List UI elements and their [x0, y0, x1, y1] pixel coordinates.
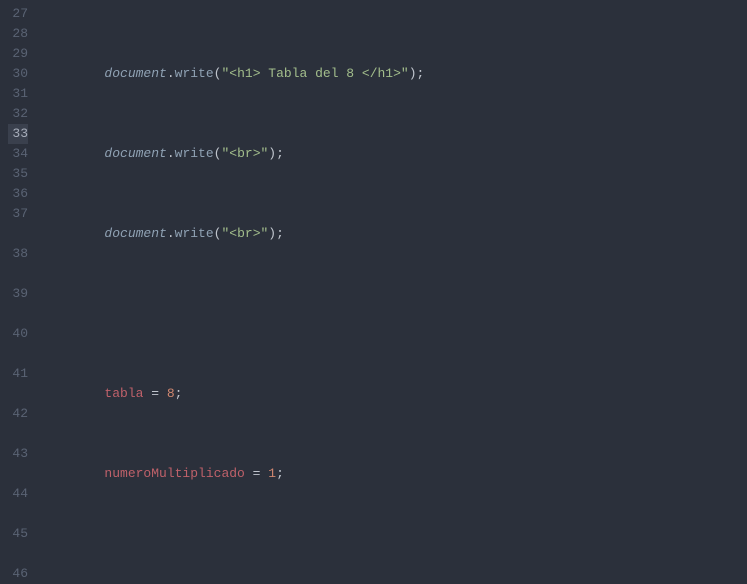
line-number: 44 [8, 484, 28, 504]
line-number [8, 424, 28, 444]
line-number [8, 224, 28, 244]
line-number: 37 [8, 204, 28, 224]
line-number: 32 [8, 104, 28, 124]
line-number [8, 304, 28, 324]
line-number: 34 [8, 144, 28, 164]
line-number [8, 344, 28, 364]
line-number: 33 [8, 124, 28, 144]
line-number [8, 264, 28, 284]
code-line[interactable]: document.write("<h1> Tabla del 8 </h1>")… [38, 64, 747, 84]
line-number: 31 [8, 84, 28, 104]
line-number [8, 384, 28, 404]
line-number: 36 [8, 184, 28, 204]
token-method: write [175, 66, 214, 81]
line-number: 38 [8, 244, 28, 264]
code-line[interactable]: document.write("<br>"); [38, 224, 747, 244]
line-number: 39 [8, 284, 28, 304]
line-number: 43 [8, 444, 28, 464]
token-string: "<h1> Tabla del 8 </h1>" [221, 66, 408, 81]
code-line[interactable]: document.write("<br>"); [38, 144, 747, 164]
code-line[interactable]: numeroMultiplicado = 1; [38, 464, 747, 484]
token-object: document [104, 66, 166, 81]
line-number: 45 [8, 524, 28, 544]
line-number: 35 [8, 164, 28, 184]
code-line[interactable] [38, 304, 747, 324]
token-number: 8 [167, 386, 175, 401]
code-area[interactable]: document.write("<h1> Tabla del 8 </h1>")… [38, 0, 747, 532]
line-number: 29 [8, 44, 28, 64]
token-variable: tabla [104, 386, 143, 401]
line-number: 30 [8, 64, 28, 84]
line-number: 42 [8, 404, 28, 424]
line-number: 27 [8, 4, 28, 24]
line-number-gutter: 2728293031323334353637383940414243444546 [0, 0, 38, 532]
line-number: 40 [8, 324, 28, 344]
code-editor[interactable]: 2728293031323334353637383940414243444546… [0, 0, 747, 532]
code-line[interactable]: tabla = 8; [38, 384, 747, 404]
line-number: 41 [8, 364, 28, 384]
line-number: 28 [8, 24, 28, 44]
line-number: 46 [8, 564, 28, 584]
line-number [8, 544, 28, 564]
line-number [8, 464, 28, 484]
line-number [8, 504, 28, 524]
